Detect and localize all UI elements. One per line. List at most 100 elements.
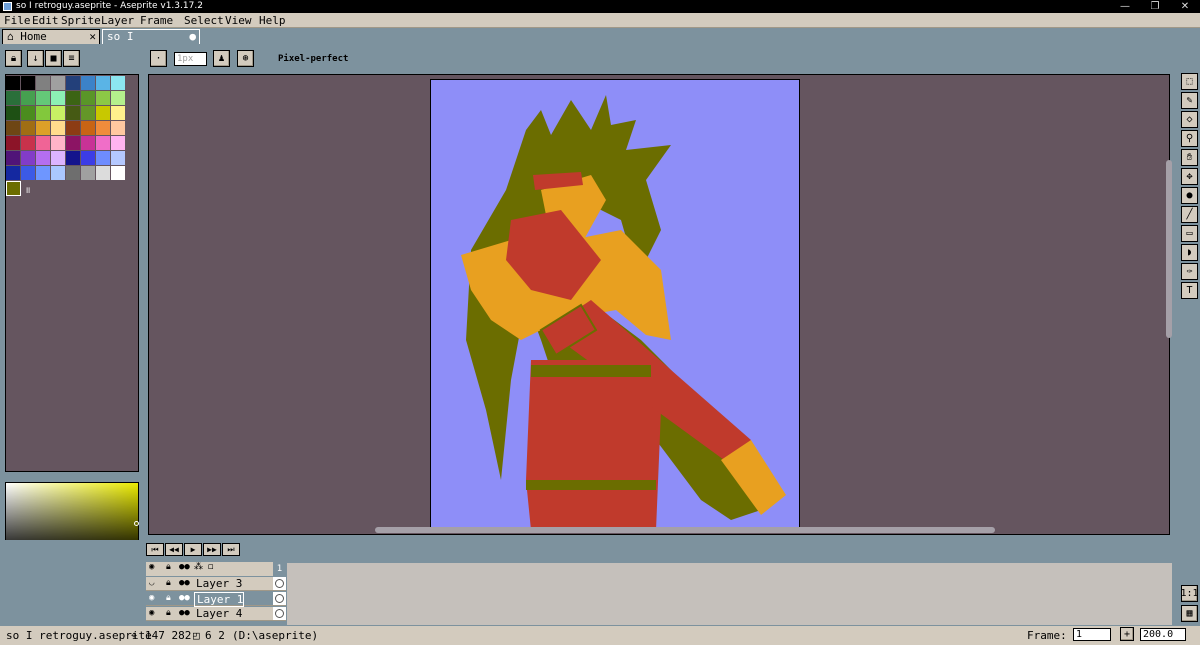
onion-skin-icon[interactable]: ⁂ — [194, 562, 203, 572]
menu-help[interactable]: Help — [259, 13, 286, 28]
menu-frame[interactable]: Frame — [140, 13, 173, 28]
arrow-down-icon[interactable]: ↓ — [27, 50, 44, 67]
palette-swatch[interactable] — [51, 106, 66, 121]
palette-swatch[interactable] — [36, 151, 51, 166]
layer-row-selected[interactable]: ◉ 🔒︎ ●● Layer 1 — [146, 592, 286, 607]
palette-swatch[interactable] — [66, 91, 81, 106]
continuous-icon[interactable]: ●● — [179, 562, 190, 572]
brush-type-icon[interactable]: · — [150, 50, 167, 67]
cel[interactable] — [273, 592, 286, 606]
lock-header-icon[interactable]: 🔒︎ — [166, 562, 171, 572]
menu-view[interactable]: View — [225, 13, 252, 28]
play-icon[interactable]: ▶ — [184, 543, 202, 556]
palette-swatch[interactable] — [81, 106, 96, 121]
palette-swatch[interactable] — [21, 106, 36, 121]
palette-swatch[interactable] — [51, 91, 66, 106]
selected-swatch[interactable] — [6, 181, 21, 196]
palette-swatch[interactable] — [96, 166, 111, 181]
palette-swatch[interactable] — [111, 91, 126, 106]
palette-swatch[interactable] — [21, 136, 36, 151]
palette-swatch[interactable] — [66, 121, 81, 136]
rectangle-icon[interactable]: ▭ — [1181, 225, 1198, 242]
next-frame-icon[interactable]: ▶▶ — [203, 543, 221, 556]
palette-swatch[interactable] — [51, 151, 66, 166]
cel[interactable] — [273, 577, 286, 591]
palette-swatch[interactable] — [36, 106, 51, 121]
lock-icon[interactable]: 🔒︎ — [5, 50, 22, 67]
zoom-input[interactable]: 200.0 — [1140, 628, 1186, 641]
palette-swatch[interactable] — [81, 121, 96, 136]
add-frame-icon[interactable]: + — [1120, 627, 1134, 641]
pencil-icon[interactable]: ✎ — [1181, 92, 1198, 109]
palette-swatch[interactable] — [81, 91, 96, 106]
menu-select[interactable]: Select — [184, 13, 224, 28]
eraser-icon[interactable]: ◇ — [1181, 111, 1198, 128]
pixel-perfect-checkbox[interactable] — [264, 54, 274, 64]
palette-swatch[interactable] — [36, 76, 51, 91]
last-frame-icon[interactable]: ⏭ — [222, 543, 240, 556]
palette-swatch[interactable] — [66, 166, 81, 181]
lock-icon[interactable]: 🔒︎ — [166, 592, 171, 605]
zoom-timeline-icon[interactable]: 1:1 — [1180, 585, 1199, 602]
menu-sprite[interactable]: Sprite — [61, 13, 101, 28]
palette-swatch[interactable] — [51, 76, 66, 91]
palette-swatch[interactable] — [111, 106, 126, 121]
palette-swatch[interactable] — [111, 121, 126, 136]
palette-swatch[interactable] — [6, 76, 21, 91]
lock-icon[interactable]: 🔒︎ — [166, 607, 171, 620]
sprite-canvas[interactable] — [430, 79, 800, 529]
hand-icon[interactable]: ✋︎ — [1181, 149, 1198, 166]
first-frame-icon[interactable]: ⏮ — [146, 543, 164, 556]
continuous-icon[interactable]: ●● — [179, 592, 190, 605]
eye-icon[interactable]: ◉ — [149, 562, 154, 572]
ink-icon[interactable]: ♟ — [213, 50, 230, 67]
tab-home[interactable]: ⌂ Home ✕ — [2, 29, 100, 44]
palette-swatch[interactable] — [96, 76, 111, 91]
cel[interactable] — [273, 607, 286, 621]
palette-swatch[interactable] — [96, 136, 111, 151]
eyedropper-icon[interactable]: ⚲ — [1181, 130, 1198, 147]
palette-swatch[interactable] — [21, 76, 36, 91]
palette-swatch[interactable] — [81, 76, 96, 91]
blur-icon[interactable]: ✑ — [1181, 263, 1198, 280]
palette-swatch[interactable] — [6, 166, 21, 181]
marquee-icon[interactable]: ⬚ — [1181, 73, 1198, 90]
vertical-scrollbar[interactable] — [1166, 160, 1172, 338]
move-icon[interactable]: ✥ — [1181, 168, 1198, 185]
frame-header-number[interactable]: 1 — [273, 562, 286, 576]
palette-swatch[interactable] — [96, 91, 111, 106]
palette-swatch[interactable] — [21, 91, 36, 106]
minimize-icon[interactable]: — — [1110, 0, 1140, 13]
palette-swatch[interactable] — [6, 151, 21, 166]
palette-swatch[interactable] — [6, 91, 21, 106]
continuous-icon[interactable]: ●● — [179, 577, 190, 590]
fill-icon[interactable]: ● — [1181, 187, 1198, 204]
palette-swatch[interactable] — [21, 121, 36, 136]
horizontal-scrollbar[interactable] — [375, 527, 995, 533]
line-icon[interactable]: ╱ — [1181, 206, 1198, 223]
tab-document[interactable]: so I retroguy.a ● — [102, 29, 200, 56]
palette-swatch[interactable] — [36, 91, 51, 106]
palette-swatch[interactable] — [6, 136, 21, 151]
close-tab-icon[interactable]: ✕ — [89, 30, 96, 43]
palette-swatch[interactable] — [66, 76, 81, 91]
visibility-icon[interactable]: ◉ — [149, 592, 154, 605]
palette-swatch[interactable] — [96, 106, 111, 121]
menu-icon[interactable]: ≡ — [63, 50, 80, 67]
lock-icon[interactable]: 🔒︎ — [166, 577, 171, 590]
menu-layer[interactable]: Layer — [101, 13, 134, 28]
palette-swatch[interactable] — [66, 106, 81, 121]
palette-swatch[interactable] — [81, 136, 96, 151]
prev-frame-icon[interactable]: ◀◀ — [165, 543, 183, 556]
palette-swatch[interactable] — [66, 151, 81, 166]
palette-swatch[interactable] — [21, 166, 36, 181]
palette-swatch[interactable] — [36, 166, 51, 181]
palette-swatch[interactable] — [51, 121, 66, 136]
palette-swatch[interactable] — [81, 151, 96, 166]
palette-swatch[interactable] — [111, 76, 126, 91]
palette-swatch[interactable] — [36, 121, 51, 136]
palette-swatch[interactable] — [111, 136, 126, 151]
filmstrip-icon[interactable]: ▦ — [1181, 605, 1198, 622]
frame-input[interactable]: 1 — [1073, 628, 1111, 641]
brush-size-input[interactable]: 1px — [174, 52, 207, 66]
